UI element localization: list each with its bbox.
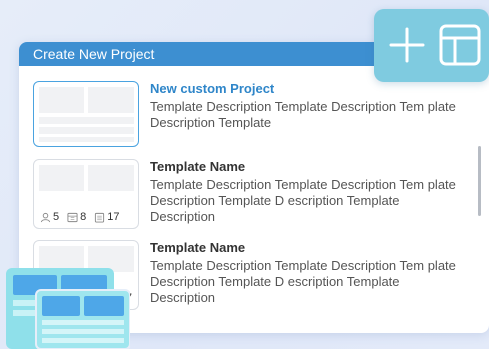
item-name: Template Name xyxy=(150,159,246,174)
item-description: Template Description Template Descriptio… xyxy=(150,177,456,224)
item-text: Template Name Template Description Templ… xyxy=(150,240,465,306)
thumbnail-placeholder xyxy=(39,165,84,191)
user-count: 5 xyxy=(53,211,60,223)
template-stats: 5 8 17 xyxy=(40,211,120,223)
thumbnail-placeholder xyxy=(39,87,84,113)
item-text: New custom Project Template Description … xyxy=(150,81,465,131)
thumbnail-placeholder xyxy=(88,165,134,191)
user-icon xyxy=(40,212,51,222)
thumbnail-placeholder xyxy=(39,117,134,124)
quick-actions-panel xyxy=(374,9,489,82)
item-description: Template Description Template Descriptio… xyxy=(150,258,456,305)
list-item-custom-project[interactable]: New custom Project Template Description … xyxy=(33,81,473,147)
plus-icon[interactable] xyxy=(388,26,426,64)
board-icon xyxy=(67,212,78,222)
layout-icon[interactable] xyxy=(438,23,482,67)
item-name: Template Name xyxy=(150,240,246,255)
template-thumbnail[interactable] xyxy=(33,81,139,147)
thumbnail-placeholder xyxy=(39,127,134,134)
template-thumbnail[interactable]: 5 8 17 xyxy=(33,159,139,229)
board-count: 8 xyxy=(80,211,87,223)
template-stack-illustration xyxy=(6,268,130,349)
item-name: New custom Project xyxy=(150,81,275,96)
thumbnail-placeholder xyxy=(39,137,134,142)
item-text: Template Name Template Description Templ… xyxy=(150,159,465,225)
scrollbar[interactable] xyxy=(478,146,481,216)
calendar-icon xyxy=(95,212,105,223)
list-item-template[interactable]: 5 8 17 Template Name Template Descriptio… xyxy=(33,159,473,229)
calendar-count: 17 xyxy=(107,211,120,223)
item-description: Template Description Template Descriptio… xyxy=(150,99,456,130)
thumbnail-placeholder xyxy=(88,87,134,113)
